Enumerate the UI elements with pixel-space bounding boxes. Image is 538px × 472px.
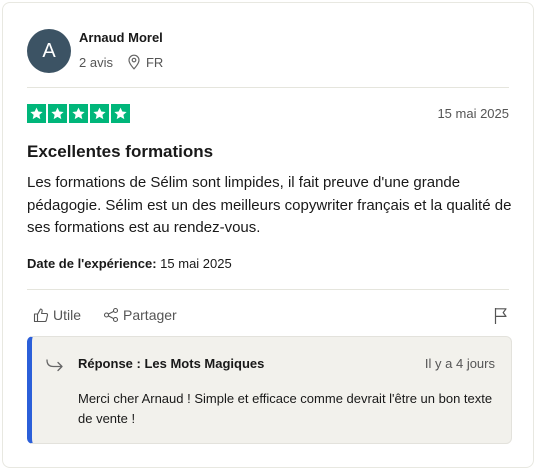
reviewer-country: FR — [127, 54, 163, 70]
review-card: A Arnaud Morel 2 avis FR 15 mai 2025 Exc… — [2, 2, 534, 468]
star-icon — [69, 104, 88, 123]
experience-date: Date de l'expérience: 15 mai 2025 — [27, 256, 232, 271]
flag-icon — [494, 308, 507, 324]
reply-text: Merci cher Arnaud ! Simple et efficace c… — [78, 391, 493, 426]
experience-value: 15 mai 2025 — [160, 256, 232, 271]
share-label: Partager — [123, 307, 177, 323]
thumbs-up-icon — [33, 308, 49, 323]
review-text: Les formations de Sélim sont limpides, i… — [27, 174, 512, 236]
review-actions: Utile Partager — [33, 307, 177, 323]
divider — [27, 289, 509, 290]
experience-label: Date de l'expérience: — [27, 256, 157, 271]
share-button[interactable]: Partager — [103, 307, 177, 323]
divider — [27, 87, 509, 88]
avatar[interactable]: A — [27, 29, 71, 73]
avatar-initial: A — [42, 39, 56, 62]
reply-title: Réponse : Les Mots Magiques — [78, 356, 265, 371]
company-reply: Réponse : Les Mots Magiques Il y a 4 jou… — [27, 336, 512, 444]
location-pin-icon — [128, 54, 140, 70]
reply-time: Il y a 4 jours — [424, 356, 495, 371]
star-icon — [48, 104, 67, 123]
star-icon — [90, 104, 109, 123]
review-title[interactable]: Excellentes formations — [27, 142, 213, 162]
reviewer-meta: 2 avis FR — [79, 54, 163, 70]
star-icon — [111, 104, 130, 123]
star-icon — [27, 104, 46, 123]
review-count: 2 avis — [79, 54, 113, 70]
reviewer-name[interactable]: Arnaud Morel — [79, 30, 163, 45]
useful-label: Utile — [53, 307, 82, 323]
report-button[interactable] — [493, 307, 509, 330]
review-date: 15 mai 2025 — [437, 106, 509, 121]
star-rating — [27, 104, 130, 123]
reply-arrow-icon — [46, 359, 63, 372]
country-code: FR — [145, 54, 164, 70]
share-icon — [103, 307, 119, 323]
useful-button[interactable]: Utile — [33, 307, 81, 323]
